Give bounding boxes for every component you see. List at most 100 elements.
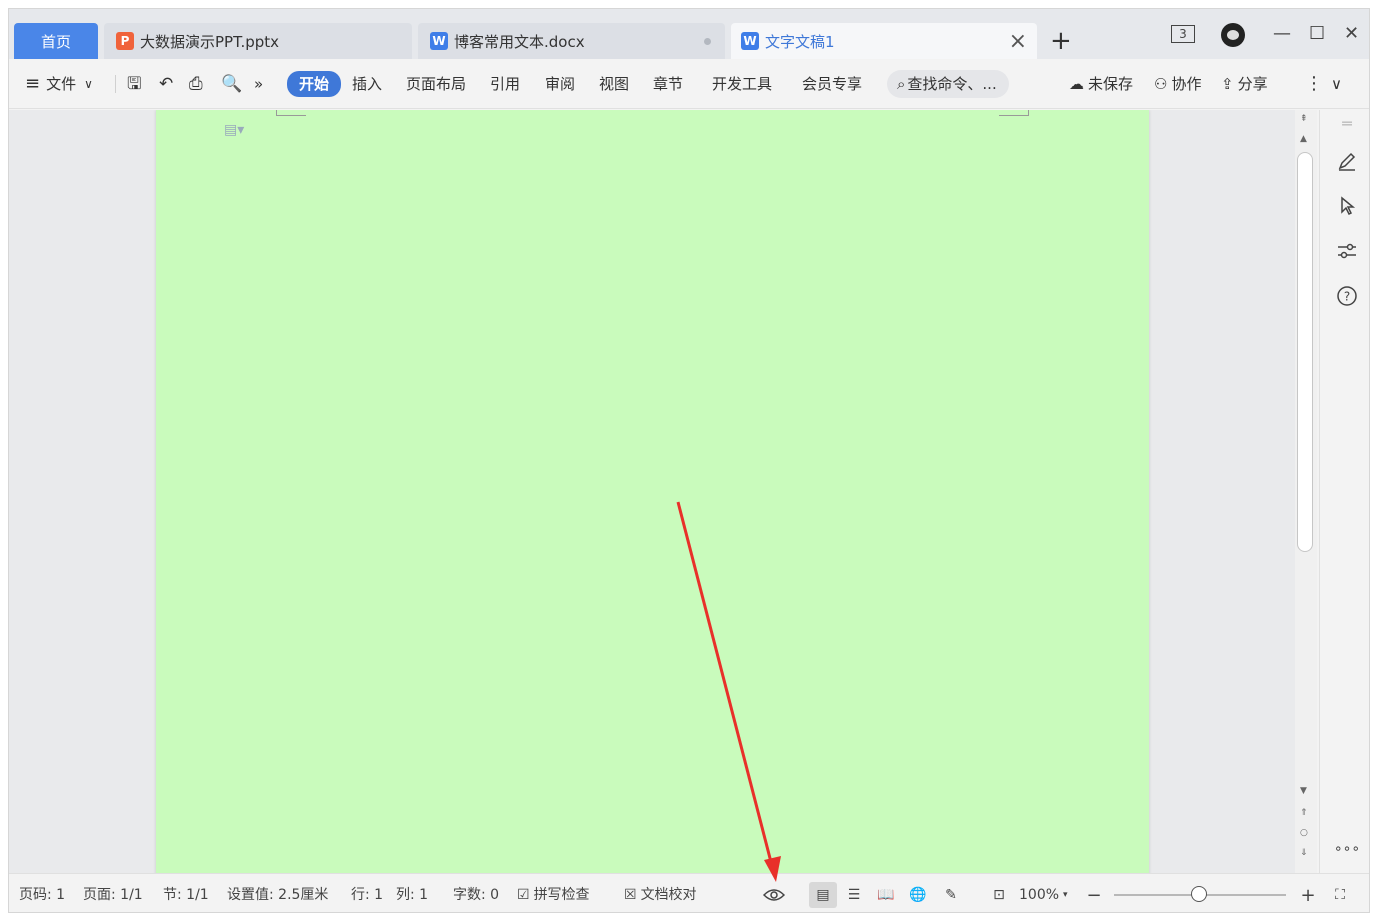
eye-protection-icon[interactable] (763, 884, 785, 906)
file-menu-label: 文件 (46, 75, 77, 93)
share-button[interactable]: ⇪ 分享 (1221, 73, 1268, 95)
cursor-select-icon[interactable] (1336, 195, 1358, 217)
proofread-button[interactable]: ☒ 文档校对 (624, 885, 697, 905)
tab-start[interactable]: 开始 (287, 71, 342, 97)
undo-icon[interactable]: ↶ (159, 73, 173, 95)
more-dots-icon[interactable]: ∘∘∘ (1334, 838, 1360, 860)
zoom-level-dropdown[interactable]: 100% ▾ (1019, 885, 1068, 905)
select-browse-icon[interactable]: ○ (1300, 828, 1308, 838)
tab-reference[interactable]: 引用 (490, 73, 520, 95)
tab-page-layout[interactable]: 页面布局 (406, 73, 466, 95)
scrollbar-thumb[interactable] (1297, 152, 1313, 552)
scroll-down-icon[interactable]: ▼ (1300, 786, 1307, 796)
more-chevron-icon[interactable]: » (254, 73, 263, 95)
cloud-icon: ☁ (1069, 75, 1084, 93)
tab-chapter[interactable]: 章节 (653, 73, 683, 95)
user-add-icon: ⚇ (1154, 75, 1168, 93)
tab-review[interactable]: 审阅 (545, 73, 575, 95)
next-page-icon[interactable]: ⇓ (1300, 848, 1308, 858)
tab-insert[interactable]: 插入 (352, 73, 382, 95)
tab-member-label: 会员专享 (802, 75, 863, 93)
tab-devtools-label: 开发工具 (712, 75, 773, 93)
margin-mark (999, 110, 1029, 116)
status-section[interactable]: 节: 1/1 (163, 885, 209, 905)
word-file-icon: W (430, 32, 448, 50)
tab-start-label: 开始 (299, 75, 330, 93)
tab-active-document[interactable]: W 文字文稿1 × (731, 23, 1037, 59)
scroll-top-icon[interactable]: ⇞ (1300, 114, 1308, 124)
file-menu-button[interactable]: ≡ 文件 ∨ (25, 73, 93, 95)
close-window-icon[interactable]: ✕ (1344, 23, 1359, 44)
status-word-count[interactable]: 字数: 0 (453, 885, 499, 905)
new-tab-button[interactable]: + (1050, 28, 1072, 54)
pen-edit-icon[interactable] (1336, 150, 1358, 172)
print-preview-icon[interactable]: 🔍 (221, 73, 242, 95)
share-icon: ⇪ (1221, 75, 1234, 93)
fit-page-icon[interactable]: ⊡ (988, 884, 1010, 906)
more-vertical-icon[interactable]: ⋮ (1305, 73, 1323, 95)
tab-member[interactable]: 会员专享 (802, 73, 862, 95)
help-icon[interactable]: ? (1336, 285, 1358, 307)
zoom-slider-knob[interactable] (1191, 886, 1207, 902)
tab-ppt-file[interactable]: P 大数据演示PPT.pptx (104, 23, 412, 59)
zoom-out-icon[interactable]: − (1083, 884, 1105, 906)
status-page-number[interactable]: 页码: 1 (19, 885, 65, 905)
right-side-panel: ═ ? ∘∘∘ (1319, 110, 1369, 873)
prev-page-icon[interactable]: ⇑ (1300, 808, 1308, 818)
web-view-icon[interactable]: 🌐 (907, 884, 929, 906)
avatar[interactable] (1221, 23, 1245, 47)
spellcheck-button[interactable]: ☑ 拼写检查 (517, 885, 590, 905)
search-placeholder: 查找命令、... (907, 75, 997, 93)
collaborate-button[interactable]: ⚇ 协作 (1154, 73, 1201, 95)
page-view-icon[interactable]: ▤ (809, 882, 837, 908)
checkbox-icon: ☑ (517, 887, 530, 903)
scroll-up-icon[interactable]: ▲ (1300, 134, 1307, 144)
tab-docx-file[interactable]: W 博客常用文本.docx (418, 23, 725, 59)
search-command-box[interactable]: ⌕ 查找命令、... (887, 70, 1009, 98)
collaborate-label: 协作 (1171, 75, 1202, 93)
status-row[interactable]: 行: 1 (351, 885, 383, 905)
status-setting-value[interactable]: 设置值: 2.5厘米 (227, 885, 328, 905)
tab-home[interactable]: 首页 (14, 23, 98, 59)
document-canvas: ▤▾ (9, 110, 1295, 873)
write-mode-icon[interactable]: ✎ (940, 884, 962, 906)
tab-insert-label: 插入 (352, 75, 383, 93)
minimize-icon[interactable]: — (1273, 23, 1291, 44)
proofread-label: 文档校对 (640, 887, 697, 903)
close-tab-icon[interactable]: × (1009, 29, 1027, 54)
settings-sliders-icon[interactable] (1336, 240, 1358, 262)
unsaved-cloud-button[interactable]: ☁ 未保存 (1069, 73, 1133, 95)
collapse-ribbon-icon[interactable]: ∨ (1331, 73, 1342, 95)
chevron-down-icon: ∨ (84, 77, 93, 91)
reading-view-icon[interactable]: 📖 (875, 884, 897, 906)
fullscreen-icon[interactable]: ⛶ (1329, 884, 1351, 906)
window-count: 3 (1179, 27, 1187, 41)
tab-home-label: 首页 (40, 32, 71, 51)
status-page-count[interactable]: 页面: 1/1 (83, 885, 143, 905)
svg-text:?: ? (1344, 290, 1350, 304)
panel-handle-icon: ═ (1342, 113, 1352, 133)
print-icon[interactable]: ⎙ (189, 73, 203, 95)
save-icon[interactable]: 🖫 (127, 73, 141, 95)
tab-docx-label: 博客常用文本.docx (454, 32, 585, 51)
status-column[interactable]: 列: 1 (396, 885, 428, 905)
vertical-scrollbar[interactable]: ⇞ ▲ ▼ ⇑ ○ ⇓ (1295, 110, 1317, 873)
tab-chapter-label: 章节 (653, 75, 684, 93)
window-count-badge[interactable]: 3 (1171, 25, 1195, 43)
divider (115, 75, 116, 93)
tab-active-label: 文字文稿1 (765, 32, 835, 51)
share-label: 分享 (1237, 75, 1268, 93)
chevron-down-icon: ▾ (1063, 890, 1068, 900)
outline-view-icon[interactable]: ☰ (843, 884, 865, 906)
tab-view[interactable]: 视图 (599, 73, 629, 95)
tab-devtools[interactable]: 开发工具 (712, 73, 772, 95)
document-page[interactable]: ▤▾ (156, 110, 1149, 873)
tab-review-label: 审阅 (545, 75, 576, 93)
search-icon: ⌕ (897, 75, 906, 93)
maximize-icon[interactable]: ☐ (1309, 23, 1325, 44)
paragraph-format-icon[interactable]: ▤▾ (224, 122, 244, 138)
menu-icon: ≡ (25, 73, 41, 94)
tab-reference-label: 引用 (490, 75, 521, 93)
ribbon-toolbar: ≡ 文件 ∨ 🖫 ↶ ⎙ 🔍 » 开始 插入 页面布局 引用 审阅 视图 章节 … (9, 59, 1369, 109)
zoom-in-icon[interactable]: + (1297, 884, 1319, 906)
